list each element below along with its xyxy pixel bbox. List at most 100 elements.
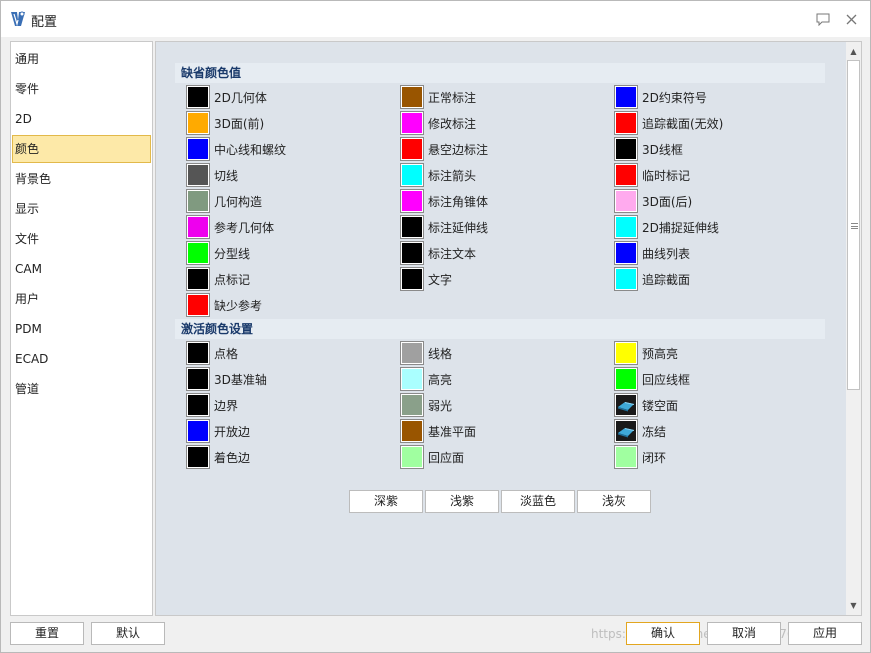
sidebar-item[interactable]: 用户 <box>12 285 151 313</box>
color-label: 缺少参考 <box>214 298 263 313</box>
reset-button[interactable]: 重置 <box>10 622 84 645</box>
color-label: 标注箭头 <box>428 168 477 183</box>
color-label: 回应线框 <box>642 372 691 387</box>
color-swatch[interactable] <box>614 85 638 109</box>
sidebar-item[interactable]: 通用 <box>12 45 151 73</box>
scroll-down-icon[interactable]: ▼ <box>846 598 861 613</box>
color-swatch[interactable] <box>614 215 638 239</box>
preset-light-purple-button[interactable]: 浅紫 <box>425 490 499 513</box>
color-label: 标注文本 <box>428 246 477 261</box>
color-setting-row: 缺少参考 <box>186 293 263 317</box>
scroll-up-icon[interactable]: ▲ <box>846 44 861 59</box>
shaded-solid-icon[interactable] <box>614 419 638 443</box>
color-swatch[interactable] <box>614 163 638 187</box>
active-colors-header: 激活颜色设置 <box>175 319 825 339</box>
color-swatch[interactable] <box>186 445 210 469</box>
color-setting-row: 弱光 <box>400 393 452 417</box>
color-setting-row: 追踪截面 <box>614 267 690 291</box>
color-swatch[interactable] <box>186 85 210 109</box>
color-swatch[interactable] <box>614 267 638 291</box>
color-label: 修改标注 <box>428 116 477 131</box>
sidebar-item[interactable]: ECAD <box>12 345 151 373</box>
color-label: 曲线列表 <box>642 246 691 261</box>
color-setting-row: 镂空面 <box>614 393 679 417</box>
color-swatch[interactable] <box>186 419 210 443</box>
color-swatch[interactable] <box>400 341 424 365</box>
sidebar-item[interactable]: CAM <box>12 255 151 283</box>
color-swatch[interactable] <box>400 111 424 135</box>
default-button[interactable]: 默认 <box>91 622 165 645</box>
sidebar-item[interactable]: PDM <box>12 315 151 343</box>
color-swatch[interactable] <box>614 137 638 161</box>
color-label: 着色边 <box>214 450 251 465</box>
color-setting-row: 切线 <box>186 163 239 187</box>
color-label: 线格 <box>428 346 453 361</box>
color-setting-row: 3D基准轴 <box>186 367 267 391</box>
sidebar-item[interactable]: 背景色 <box>12 165 151 193</box>
color-swatch[interactable] <box>614 445 638 469</box>
sidebar-item[interactable]: 零件 <box>12 75 151 103</box>
color-setting-row: 分型线 <box>186 241 250 265</box>
apply-button[interactable]: 应用 <box>788 622 862 645</box>
color-label: 切线 <box>214 168 239 183</box>
color-setting-row: 2D约束符号 <box>614 85 707 109</box>
color-swatch[interactable] <box>186 189 210 213</box>
color-swatch[interactable] <box>614 241 638 265</box>
sidebar-item[interactable]: 颜色 <box>12 135 151 163</box>
sidebar-item[interactable]: 2D <box>12 105 151 133</box>
color-swatch[interactable] <box>186 267 210 291</box>
sidebar-item[interactable]: 文件 <box>12 225 151 253</box>
color-swatch[interactable] <box>186 241 210 265</box>
sidebar-item[interactable]: 显示 <box>12 195 151 223</box>
color-swatch[interactable] <box>186 293 210 317</box>
color-setting-row: 回应面 <box>400 445 464 469</box>
color-swatch[interactable] <box>186 341 210 365</box>
preset-light-gray-button[interactable]: 浅灰 <box>577 490 651 513</box>
shaded-solid-icon[interactable] <box>614 393 638 417</box>
color-swatch[interactable] <box>400 241 424 265</box>
color-label: 中心线和螺纹 <box>214 142 287 157</box>
color-swatch[interactable] <box>400 445 424 469</box>
color-setting-row: 标注箭头 <box>400 163 477 187</box>
color-label: 镂空面 <box>642 398 679 413</box>
color-label: 点格 <box>214 346 239 361</box>
color-swatch[interactable] <box>400 215 424 239</box>
color-label: 临时标记 <box>642 168 691 183</box>
sidebar-item[interactable]: 管道 <box>12 375 151 403</box>
color-swatch[interactable] <box>186 163 210 187</box>
color-label: 开放边 <box>214 424 251 439</box>
color-swatch[interactable] <box>400 267 424 291</box>
color-swatch[interactable] <box>614 341 638 365</box>
color-label: 悬空边标注 <box>428 142 489 157</box>
color-setting-row: 3D面(前) <box>186 111 264 135</box>
color-swatch[interactable] <box>400 163 424 187</box>
color-swatch[interactable] <box>400 137 424 161</box>
color-swatch[interactable] <box>186 111 210 135</box>
color-label: 3D基准轴 <box>214 372 267 387</box>
color-swatch[interactable] <box>614 111 638 135</box>
scroll-thumb[interactable] <box>847 60 860 390</box>
preset-light-blue-button[interactable]: 淡蓝色 <box>501 490 575 513</box>
close-icon[interactable] <box>841 9 861 29</box>
cancel-button[interactable]: 取消 <box>707 622 781 645</box>
color-swatch[interactable] <box>186 137 210 161</box>
color-swatch[interactable] <box>186 393 210 417</box>
ok-button[interactable]: 确认 <box>626 622 700 645</box>
feedback-icon[interactable] <box>813 9 833 29</box>
color-swatch[interactable] <box>614 367 638 391</box>
category-sidebar: 通用 零件 2D 颜色 背景色 显示 文件 CAM 用户 PDM ECAD 管道 <box>10 41 153 616</box>
color-swatch[interactable] <box>400 419 424 443</box>
color-swatch[interactable] <box>400 393 424 417</box>
color-swatch[interactable] <box>186 367 210 391</box>
color-setting-row: 正常标注 <box>400 85 476 109</box>
color-swatch[interactable] <box>400 189 424 213</box>
vertical-scrollbar[interactable]: ▲ ▼ <box>846 42 861 615</box>
color-swatch[interactable] <box>400 367 424 391</box>
window-title: 配置 <box>31 15 58 30</box>
color-label: 高亮 <box>428 372 453 387</box>
color-swatch[interactable] <box>614 189 638 213</box>
preset-dark-purple-button[interactable]: 深紫 <box>349 490 423 513</box>
color-swatch[interactable] <box>186 215 210 239</box>
color-swatch[interactable] <box>400 85 424 109</box>
color-label: 预高亮 <box>642 346 679 361</box>
